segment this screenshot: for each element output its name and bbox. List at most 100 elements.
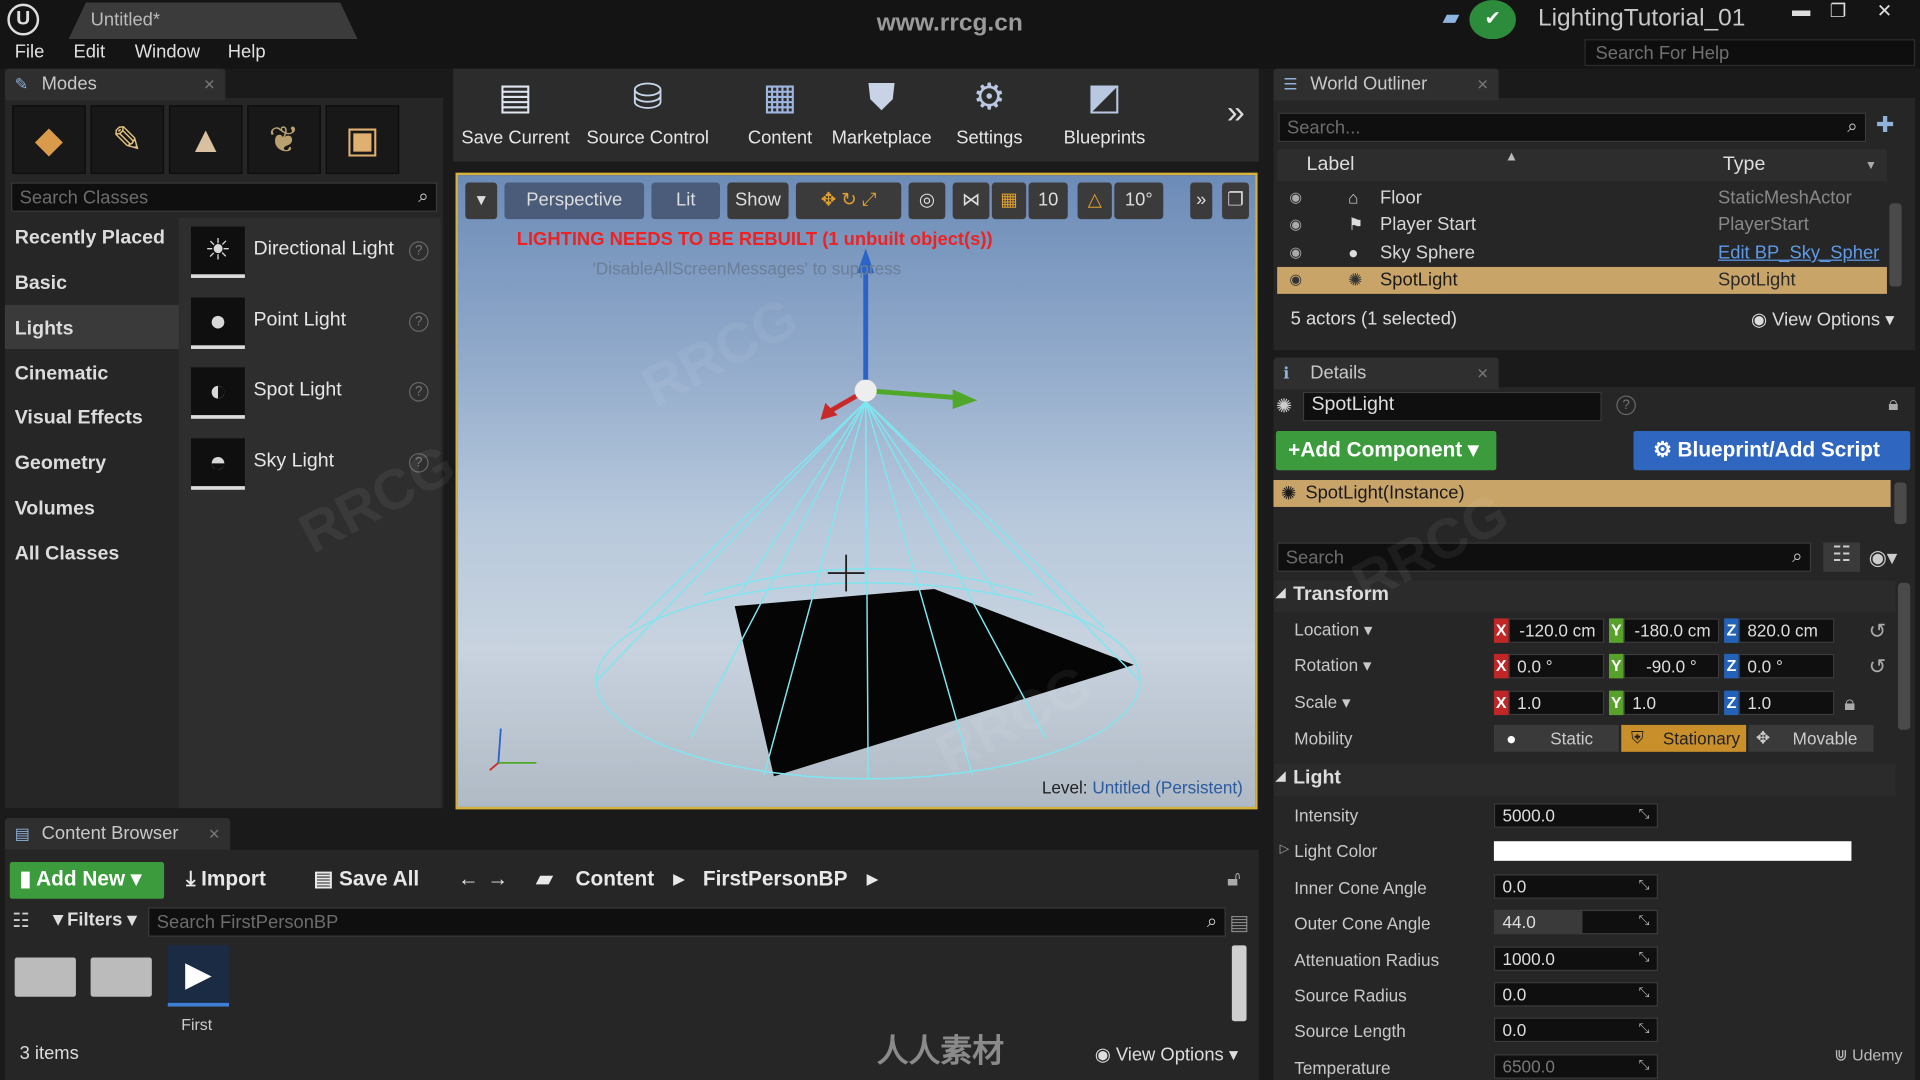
chat-icon[interactable]: ▰ — [1442, 5, 1471, 32]
class-item-directional-light[interactable]: ☀ Directional Light ? — [191, 224, 436, 283]
blueprints-button[interactable]: ◩ Blueprints — [1056, 73, 1154, 159]
sources-panel-icon[interactable]: ☷ — [12, 909, 30, 933]
class-item-spot-light[interactable]: ◐ Spot Light ? — [191, 365, 436, 424]
rotation-snap-icon[interactable]: △ — [1077, 182, 1112, 220]
rotation-x-input[interactable]: 0.0 ° — [1508, 653, 1605, 679]
back-button[interactable]: ← — [458, 862, 479, 899]
toolbar-overflow-icon[interactable]: » — [1227, 93, 1245, 131]
category-volumes[interactable]: Volumes — [15, 498, 95, 520]
source-radius-input[interactable]: 0.0 ⤡ — [1493, 982, 1658, 1007]
lock-icon[interactable]: 🔒︎ — [1888, 394, 1898, 416]
menu-help[interactable]: Help — [228, 42, 266, 63]
location-z-input[interactable]: 820.0 cm — [1738, 618, 1835, 643]
path-content[interactable]: Content — [576, 862, 655, 899]
blueprint-add-script-button[interactable]: ⚙ Blueprint/Add Script — [1633, 431, 1911, 471]
visibility-eye-icon[interactable]: ◉ — [1289, 244, 1302, 261]
maximize-viewport-icon[interactable]: ❐ — [1222, 182, 1249, 220]
light-color-swatch[interactable] — [1493, 841, 1852, 861]
outliner-row[interactable]: ◉ ⌂ Floor StaticMeshActor — [1277, 185, 1887, 212]
category-lights[interactable]: Lights — [15, 318, 74, 340]
folder-thumbnail[interactable] — [90, 957, 152, 997]
outliner-row[interactable]: ◉ ⚑ Player Start PlayerStart — [1277, 212, 1887, 239]
actor-name-input[interactable]: SpotLight — [1302, 391, 1602, 422]
inner-cone-angle-input[interactable]: 0.0 ⤡ — [1493, 874, 1658, 899]
view-options-button[interactable]: ◉ View Options ▾ — [1751, 309, 1894, 331]
close-button[interactable]: ✕ — [1866, 0, 1903, 24]
location-y-input[interactable]: -180.0 cm — [1623, 618, 1720, 643]
geometry-mode-icon[interactable]: ▣ — [325, 105, 400, 174]
menu-file[interactable]: File — [15, 42, 45, 63]
path-next-icon[interactable]: ▸ — [867, 862, 877, 899]
visibility-eye-icon[interactable]: ◉ — [1289, 216, 1302, 233]
viewport-options-button[interactable]: ▾ — [465, 182, 498, 220]
scale-y-input[interactable]: 1.0 — [1623, 690, 1720, 716]
close-tab-icon[interactable]: ✕ — [203, 76, 215, 93]
show-button[interactable]: Show — [727, 182, 789, 220]
landscape-mode-icon[interactable]: ▲ — [168, 105, 243, 174]
add-folder-icon[interactable]: ✚ — [1876, 113, 1894, 139]
source-length-input[interactable]: 0.0 ⤡ — [1493, 1017, 1658, 1043]
temperature-input[interactable]: 6500.0 ⤡ — [1493, 1054, 1658, 1079]
content-view-options-button[interactable]: ◉ View Options ▾ — [1095, 1043, 1238, 1065]
help-icon[interactable]: ? — [408, 312, 429, 332]
forward-button[interactable]: → — [487, 862, 508, 899]
close-tab-icon[interactable]: ✕ — [1477, 76, 1489, 93]
scale-x-input[interactable]: 1.0 — [1508, 690, 1605, 716]
category-cinematic[interactable]: Cinematic — [15, 364, 109, 386]
lit-button[interactable]: Lit — [651, 182, 721, 220]
world-space-icon[interactable]: ◎ — [908, 182, 946, 220]
foliage-mode-icon[interactable]: ❦ — [247, 105, 321, 174]
visibility-eye-icon[interactable]: ◉ — [1289, 189, 1302, 206]
details-search-input[interactable]: Search ⌕ — [1277, 542, 1812, 572]
mobility-movable-button[interactable]: ✥ Movable — [1748, 724, 1874, 752]
property-matrix-icon[interactable]: ☷ — [1823, 542, 1861, 572]
rotation-z-input[interactable]: 0.0 ° — [1738, 653, 1835, 679]
transform-mode-buttons[interactable]: ✥ ↻ ⤢ — [795, 182, 902, 220]
reset-location-icon[interactable]: ↺ — [1869, 620, 1886, 644]
help-search-input[interactable]: Search For Help — [1584, 39, 1916, 67]
save-current-button[interactable]: ▤ Save Current — [458, 73, 573, 159]
help-icon[interactable]: ? — [408, 382, 429, 402]
class-item-sky-light[interactable]: ◓ Sky Light ? — [191, 436, 436, 495]
help-icon[interactable]: ? — [408, 453, 429, 473]
menu-window[interactable]: Window — [135, 42, 200, 63]
filters-button[interactable]: ▼Filters ▾ — [49, 909, 137, 931]
level-tab[interactable]: Untitled* — [68, 2, 358, 40]
label-column-header[interactable]: Label — [1307, 154, 1355, 176]
category-basic[interactable]: Basic — [15, 273, 67, 295]
details-scrollbar[interactable] — [1897, 582, 1911, 730]
paint-mode-icon[interactable]: ✎ — [90, 105, 165, 174]
category-all-classes[interactable]: All Classes — [15, 544, 120, 566]
add-new-button[interactable]: ▮ Add New ▾ — [9, 862, 165, 899]
path-separator-icon[interactable]: ▸ — [673, 862, 683, 899]
folder-thumbnail[interactable] — [14, 957, 76, 997]
minimize-button[interactable]: ▬ — [1783, 0, 1820, 24]
outer-cone-angle-input[interactable]: 44.0 ⤡ — [1493, 909, 1658, 935]
save-all-button[interactable]: ▤ Save All — [313, 862, 419, 899]
content-button[interactable]: ▦ Content — [742, 73, 818, 159]
edit-blueprint-link[interactable]: Edit BP_Sky_Spher — [1718, 242, 1879, 263]
visibility-filter-icon[interactable]: ◉▾ — [1869, 546, 1898, 570]
marketplace-button[interactable]: ⛊ Marketplace — [828, 73, 936, 159]
source-control-status-icon[interactable]: ✔ — [1469, 0, 1516, 40]
rotation-snap-value[interactable]: 10° — [1114, 182, 1164, 220]
outliner-search-input[interactable]: Search... ⌕ — [1278, 112, 1867, 143]
visibility-eye-icon[interactable]: ◉ — [1289, 271, 1302, 288]
path-firstpersonbp[interactable]: FirstPersonBP — [703, 862, 848, 899]
details-tab[interactable]: ℹ Details ✕ — [1273, 357, 1499, 390]
settings-button[interactable]: ⚙ Settings — [950, 73, 1028, 159]
help-icon[interactable]: ? — [408, 241, 429, 261]
world-outliner-tab[interactable]: ☰ World Outliner ✕ — [1273, 68, 1499, 101]
outliner-row[interactable]: ◉ ● Sky Sphere Edit BP_Sky_Spher — [1277, 240, 1887, 267]
class-item-point-light[interactable]: ● Point Light ? — [191, 295, 436, 354]
viewport-more-icon[interactable]: » — [1190, 182, 1213, 220]
mobility-static-button[interactable]: ● Static — [1493, 724, 1619, 752]
component-tree-scrollbar[interactable] — [1894, 482, 1907, 525]
content-search-input[interactable]: Search FirstPersonBP ⌕ — [148, 907, 1226, 937]
content-scrollbar[interactable] — [1231, 945, 1247, 1022]
menu-edit[interactable]: Edit — [73, 42, 105, 63]
outliner-scrollbar[interactable] — [1889, 203, 1902, 287]
modes-tab[interactable]: ✎ Modes ✕ — [4, 68, 226, 101]
reset-rotation-icon[interactable]: ↺ — [1869, 655, 1886, 679]
lock-icon[interactable]: 🔓︎ — [1227, 867, 1241, 891]
